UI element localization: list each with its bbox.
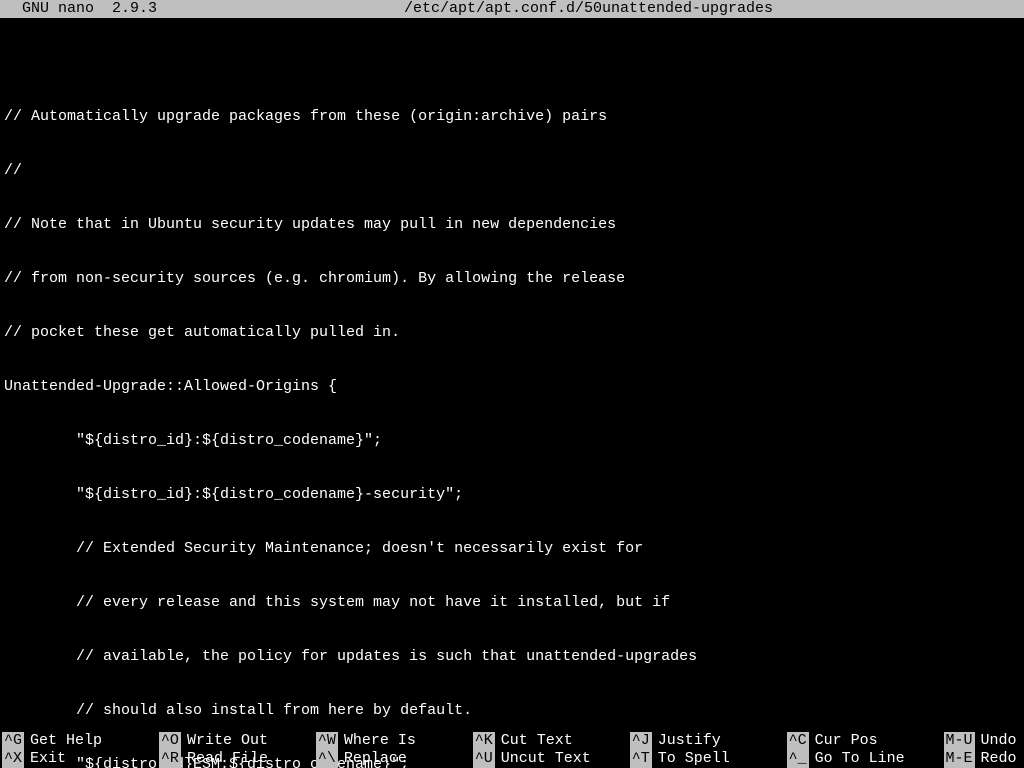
shortcut-label: Uncut Text — [501, 750, 591, 768]
shortcut-label: Redo — [981, 750, 1017, 768]
editor-line: // every release and this system may not… — [4, 594, 1020, 612]
key-label: ^W — [316, 732, 338, 750]
editor-line: // from non-security sources (e.g. chrom… — [4, 270, 1020, 288]
editor-content[interactable]: // Automatically upgrade packages from t… — [0, 18, 1024, 732]
shortcut-write-out[interactable]: ^O Write Out — [159, 732, 316, 750]
shortcut-get-help[interactable]: ^G Get Help — [2, 732, 159, 750]
shortcut-read-file[interactable]: ^R Read File — [159, 750, 316, 768]
key-label: ^_ — [787, 750, 809, 768]
shortcut-uncut-text[interactable]: ^U Uncut Text — [473, 750, 630, 768]
editor-line — [4, 54, 1020, 72]
shortcut-label: To Spell — [658, 750, 730, 768]
editor-line: // pocket these get automatically pulled… — [4, 324, 1020, 342]
key-label: ^R — [159, 750, 181, 768]
shortcut-label: Where Is — [344, 732, 416, 750]
shortcut-label: Exit — [30, 750, 66, 768]
shortcut-label: Read File — [187, 750, 268, 768]
shortcut-cur-pos[interactable]: ^C Cur Pos — [787, 732, 944, 750]
editor-line: // available, the policy for updates is … — [4, 648, 1020, 666]
editor-line: // Automatically upgrade packages from t… — [4, 108, 1020, 126]
editor-line: Unattended-Upgrade::Allowed-Origins { — [4, 378, 1020, 396]
shortcut-redo[interactable]: M-E Redo — [944, 750, 1022, 768]
shortcut-where-is[interactable]: ^W Where Is — [316, 732, 473, 750]
key-label: ^O — [159, 732, 181, 750]
shortcut-to-spell[interactable]: ^T To Spell — [630, 750, 787, 768]
shortcut-bar: ^G Get Help ^O Write Out ^W Where Is ^K Cut … — [0, 732, 1024, 768]
editor-line: "${distro_id}:${distro_codename}"; — [4, 432, 1020, 450]
shortcut-exit[interactable]: ^X Exit — [2, 750, 159, 768]
shortcut-replace[interactable]: ^\ Replace — [316, 750, 473, 768]
editor-line: // Extended Security Maintenance; doesn'… — [4, 540, 1020, 558]
shortcut-go-to-line[interactable]: ^_ Go To Line — [787, 750, 944, 768]
key-label: ^X — [2, 750, 24, 768]
shortcut-justify[interactable]: ^J Justify — [630, 732, 787, 750]
shortcut-label: Go To Line — [815, 750, 905, 768]
key-label: M-E — [944, 750, 975, 768]
key-label: ^U — [473, 750, 495, 768]
key-label: ^G — [2, 732, 24, 750]
key-label: ^T — [630, 750, 652, 768]
editor-line: "${distro_id}:${distro_codename}-securit… — [4, 486, 1020, 504]
editor-line: // — [4, 162, 1020, 180]
shortcut-undo[interactable]: M-U Undo — [944, 732, 1022, 750]
shortcut-label: Cur Pos — [815, 732, 878, 750]
app-name: GNU nano 2.9.3 — [4, 0, 157, 18]
shortcut-label: Replace — [344, 750, 407, 768]
key-label: ^C — [787, 732, 809, 750]
key-label: ^J — [630, 732, 652, 750]
shortcut-label: Justify — [658, 732, 721, 750]
key-label: M-U — [944, 732, 975, 750]
shortcut-row-1: ^G Get Help ^O Write Out ^W Where Is ^K Cut … — [2, 732, 1022, 750]
key-label: ^\ — [316, 750, 338, 768]
editor-line: // should also install from here by defa… — [4, 702, 1020, 720]
editor-line: // Note that in Ubuntu security updates … — [4, 216, 1020, 234]
file-path: /etc/apt/apt.conf.d/50unattended-upgrade… — [157, 0, 1020, 18]
shortcut-label: Cut Text — [501, 732, 573, 750]
shortcut-row-2: ^X Exit ^R Read File ^\ Replace ^U Uncut Tex… — [2, 750, 1022, 768]
key-label: ^K — [473, 732, 495, 750]
shortcut-label: Write Out — [187, 732, 268, 750]
shortcut-label: Get Help — [30, 732, 102, 750]
shortcut-cut-text[interactable]: ^K Cut Text — [473, 732, 630, 750]
title-bar: GNU nano 2.9.3 /etc/apt/apt.conf.d/50una… — [0, 0, 1024, 18]
shortcut-label: Undo — [981, 732, 1017, 750]
